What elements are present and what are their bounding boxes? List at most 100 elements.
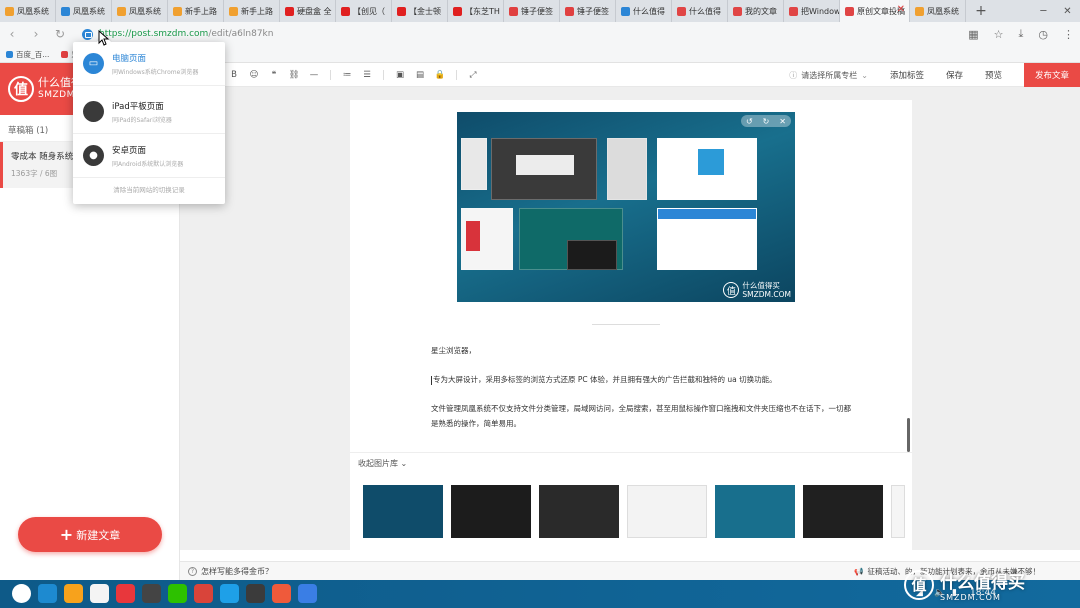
url-field[interactable]: https://post.smzdm.com/edit/a6ln87kn <box>99 29 273 39</box>
tab[interactable]: 凤凰系统 <box>56 0 112 22</box>
gallery-thumbnail[interactable] <box>803 485 883 538</box>
image-icon[interactable]: ▣ <box>390 70 410 80</box>
taskbar-app-browser[interactable] <box>38 584 57 603</box>
gallery-thumbnail[interactable] <box>891 485 905 538</box>
taskbar-app-kodi[interactable] <box>246 584 265 603</box>
close-tab-icon[interactable]: ✕ <box>897 4 905 15</box>
tab-title: 什么值得 <box>633 6 665 16</box>
tab[interactable]: 【东芝TH <box>448 0 504 22</box>
bold-icon[interactable]: B <box>224 70 244 80</box>
taskbar-app-notes[interactable] <box>90 584 109 603</box>
help-link[interactable]: ? 怎样写能多得金币？ <box>188 566 273 577</box>
save-button[interactable]: 保存 <box>946 69 963 81</box>
menu-icon[interactable]: ⋮ <box>1063 28 1074 41</box>
clear-history-link[interactable]: 清除当前网站的切换记录 <box>73 184 225 194</box>
fullscreen-icon[interactable]: ⤢ <box>463 70 483 80</box>
bookmark-star-icon[interactable]: ☆ <box>994 28 1004 41</box>
reload-icon[interactable]: ↻ <box>48 27 72 41</box>
favicon-icon <box>677 6 686 16</box>
emoji-icon[interactable]: ☺ <box>244 70 264 80</box>
gallery-thumbnail[interactable] <box>451 485 531 538</box>
tab[interactable]: 凤凰系统 <box>112 0 168 22</box>
taskbar-app-qq[interactable] <box>220 584 239 603</box>
column-select[interactable]: ⓘ 请选择所属专栏 ⌄ <box>789 70 868 81</box>
gallery-toggle-label: 收起图片库 <box>358 459 398 468</box>
gallery-toggle[interactable]: 收起图片库 ⌄ <box>358 458 407 469</box>
rotate-left-icon[interactable]: ↺ <box>746 117 753 126</box>
favicon-icon <box>341 6 350 16</box>
smzdm-watermark-logo-icon: 值 <box>904 569 934 600</box>
tab[interactable]: 锤子便签 <box>504 0 560 22</box>
taskbar-app-files[interactable] <box>64 584 83 603</box>
tab[interactable]: 锤子便签 <box>560 0 616 22</box>
tile-icon[interactable]: ▦ <box>968 28 978 41</box>
link-icon[interactable]: ⛓ <box>284 70 304 80</box>
tab[interactable]: 什么值得 <box>672 0 728 22</box>
bookmark-item[interactable]: 百度_百... <box>6 49 49 60</box>
quote-icon[interactable]: ❝ <box>264 70 284 80</box>
tab[interactable]: 新手上路 <box>168 0 224 22</box>
tab[interactable]: 什么值得 <box>616 0 672 22</box>
forward-icon[interactable]: › <box>24 27 48 41</box>
paragraph-1[interactable]: 星尘浏览器， <box>431 343 851 358</box>
tab[interactable]: 凤凰系统 <box>0 0 56 22</box>
favicon-icon <box>733 6 742 16</box>
android-icon: ● <box>83 145 104 166</box>
tab-title: 把Window <box>801 6 839 16</box>
tab-active[interactable]: 原创文章投稿 ✕ <box>840 0 910 22</box>
new-article-button[interactable]: + 新建文章 <box>18 517 162 552</box>
close-icon[interactable]: ✕ <box>779 117 786 126</box>
taskbar-app-wechat[interactable] <box>168 584 187 603</box>
back-icon[interactable]: ‹ <box>0 27 24 41</box>
image-watermark-cn: 什么值得买 <box>742 281 780 290</box>
tab[interactable]: 【创见（ <box>336 0 392 22</box>
paragraph-3[interactable]: 文件管理凤凰系统不仅支持文件分类管理，局域网访问，全局搜索，甚至用鼠标操作窗口拖… <box>431 401 851 431</box>
taskbar-app-start[interactable] <box>12 584 31 603</box>
taskbar-app-baidu[interactable] <box>298 584 317 603</box>
publish-button[interactable]: 发布文章 <box>1024 63 1080 87</box>
tab[interactable]: 新手上路 <box>224 0 280 22</box>
ua-option-desktop[interactable]: ▭ 电脑页面 同Windows系统Chrome浏览器 <box>73 42 225 86</box>
ua-option-ipad[interactable]: iPad平板页面 同iPad的Safari浏览器 <box>73 90 225 134</box>
lock-icon[interactable]: 🔒 <box>430 70 450 80</box>
tab[interactable]: 把Window <box>784 0 840 22</box>
divider-icon[interactable]: — <box>304 70 324 80</box>
editor-toolbar: B ☺ ❝ ⛓ — ≔ ☰ ▣ ▤ 🔒 ⤢ ⓘ 请选择所属专栏 ⌄ 添加标签 保存 预览 发布文章 <box>180 63 1080 87</box>
close-window-icon[interactable]: ✕ <box>1063 6 1071 17</box>
taskbar-app-map[interactable] <box>272 584 291 603</box>
ua-option-title: 电脑页面 <box>112 53 147 64</box>
ordered-list-icon[interactable]: ≔ <box>337 70 357 80</box>
article-image[interactable]: ↺ ↻ ✕ 值 什么值得买 SMZDM.COM <box>457 112 795 302</box>
image-watermark-text: 什么值得买 SMZDM.COM <box>742 281 791 299</box>
tab[interactable]: 硬盘盒 全 <box>280 0 336 22</box>
preview-button[interactable]: 预览 <box>985 69 1002 81</box>
taskbar-app-app[interactable] <box>194 584 213 603</box>
favicon-icon <box>397 6 406 16</box>
download-icon[interactable]: ⤓ <box>1019 27 1024 41</box>
paragraph-2[interactable]: 专为大屏设计，采用多标签的浏览方式还原 PC 体验，并且拥有强大的广告拦截和独特… <box>431 372 851 387</box>
tab[interactable]: 凤凰系统 <box>910 0 966 22</box>
unordered-list-icon[interactable]: ☰ <box>357 70 377 80</box>
tab-title: 锤子便签 <box>521 6 553 16</box>
ua-switch-icon[interactable] <box>82 28 93 40</box>
history-icon[interactable]: ◷ <box>1038 28 1048 41</box>
tab[interactable]: 我的文章 <box>728 0 784 22</box>
toolbar-actions: ⓘ 请选择所属专栏 ⌄ 添加标签 保存 预览 发布文章 <box>789 63 1080 87</box>
rotate-right-icon[interactable]: ↻ <box>763 117 770 126</box>
window-thumbnail <box>491 138 597 200</box>
gallery-thumbnail[interactable] <box>627 485 707 538</box>
minimize-icon[interactable]: ─ <box>1040 6 1046 17</box>
gallery-thumbnail[interactable] <box>715 485 795 538</box>
tab-title: 什么值得 <box>689 6 721 16</box>
gallery-thumbnail[interactable] <box>539 485 619 538</box>
taskbar-app-wps[interactable] <box>116 584 135 603</box>
editor-scrollbar[interactable] <box>907 418 910 452</box>
new-tab-button[interactable]: + <box>966 0 996 22</box>
gallery-thumbnail[interactable] <box>363 485 443 538</box>
tab-title: 【金士顿 <box>409 6 441 16</box>
ua-option-android[interactable]: ● 安卓页面 同Android系统默认浏览器 <box>73 134 225 178</box>
add-tag-button[interactable]: 添加标签 <box>890 69 924 81</box>
taskbar-app-settings[interactable] <box>142 584 161 603</box>
gallery-icon[interactable]: ▤ <box>410 70 430 80</box>
tab[interactable]: 【金士顿 <box>392 0 448 22</box>
